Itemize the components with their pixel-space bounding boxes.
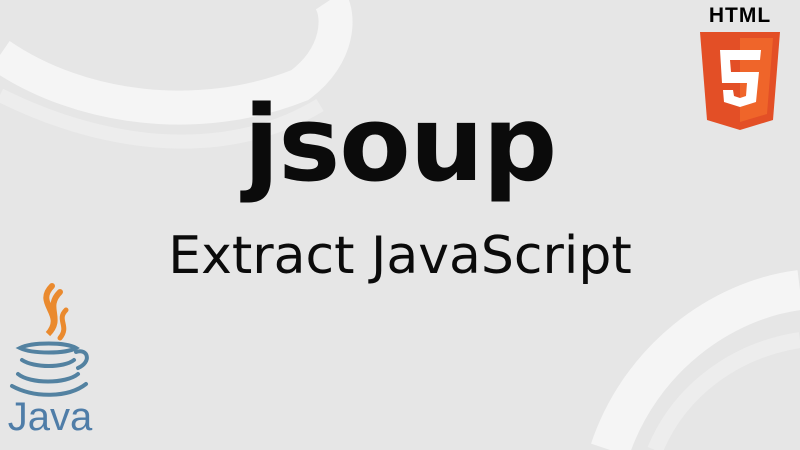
page-title: jsoup [243,83,557,205]
html5-shield-icon [700,32,780,130]
page-subtitle: Extract JavaScript [168,226,632,286]
java-wordmark: Java [7,395,93,439]
background-swirls [0,0,800,450]
